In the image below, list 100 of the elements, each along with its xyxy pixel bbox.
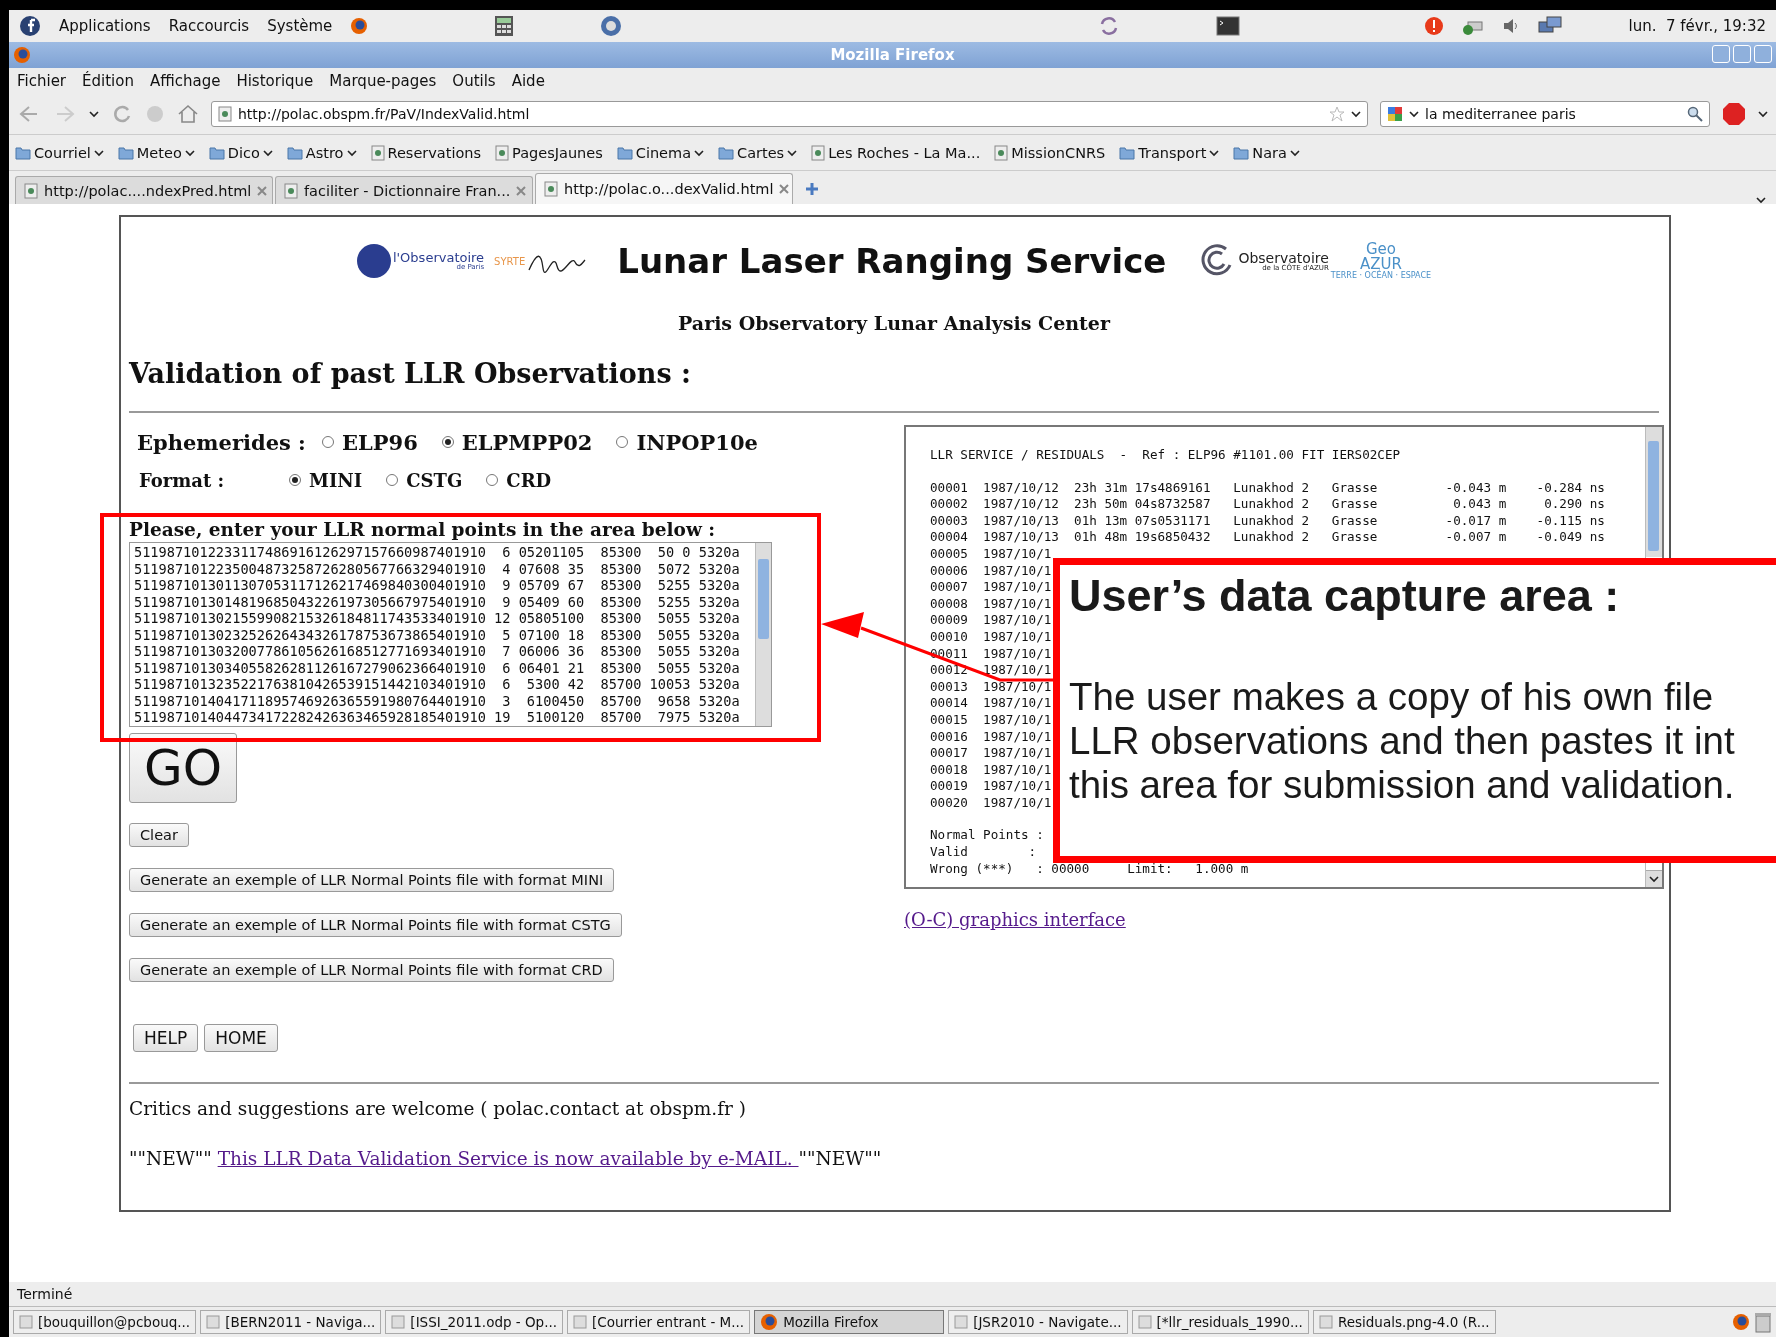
bookmark-item[interactable]: Dico <box>227 144 260 161</box>
scroll-down-button[interactable] <box>1646 870 1662 887</box>
panel-menu[interactable]: Applications <box>59 17 151 35</box>
clear-button[interactable]: Clear <box>129 823 189 847</box>
bookmark-item[interactable]: Transport <box>1138 144 1207 161</box>
folder-icon <box>117 145 134 160</box>
search-icon[interactable] <box>1687 106 1703 122</box>
bookmark-item[interactable]: Meteo <box>136 144 182 161</box>
mail-client-icon[interactable] <box>600 15 623 37</box>
trash-icon[interactable] <box>1754 1311 1772 1333</box>
menu-item[interactable]: Outils <box>452 72 496 90</box>
radio-label[interactable]: CRD <box>506 469 552 491</box>
page-heading: Validation of past LLR Observations : <box>129 358 693 389</box>
subtitle: Paris Observatory Lunar Analysis Center <box>677 312 1112 334</box>
graphics-link[interactable]: (O-C) graphics interface <box>904 909 1126 930</box>
clock[interactable]: lun. 7 févr., 19:32 <box>1628 17 1766 35</box>
bookmark-item[interactable]: Cartes <box>737 144 785 161</box>
bookmark-item[interactable]: PagesJaunes <box>512 144 603 161</box>
minimize-button[interactable] <box>1712 45 1730 63</box>
close-tab-icon[interactable] <box>516 185 527 196</box>
adblock-icon[interactable] <box>1722 102 1746 126</box>
summary-line: Wrong (***) : 00000 Limit: 1.000 m <box>930 860 1249 878</box>
page-icon <box>218 106 232 122</box>
bookmark-item[interactable]: Cinema <box>635 144 692 161</box>
generate-example-button[interactable]: Generate an exemple of LLR Normal Points file with format CRD <box>129 958 614 982</box>
scrollbar[interactable] <box>755 543 771 726</box>
maximize-button[interactable] <box>1733 45 1751 63</box>
browser-tab[interactable]: http://polac....ndexPred.html <box>15 176 273 204</box>
taskbar-item[interactable]: [JSR2010 - Navigate... <box>948 1310 1128 1334</box>
taskbar-item[interactable]: [ISSI_2011.odp - Op... <box>385 1310 564 1334</box>
radio-button[interactable] <box>616 436 629 448</box>
window-icon <box>391 1315 406 1329</box>
bookmark-item[interactable]: Astro <box>305 144 344 161</box>
callout-text: The user makes a copy of his own file <box>1069 675 1715 719</box>
alert-icon[interactable] <box>1424 16 1445 36</box>
radio-label[interactable]: MINI <box>309 469 363 491</box>
bookmark-item[interactable]: Nara <box>1252 144 1287 161</box>
new-tab-icon[interactable] <box>805 182 819 196</box>
menu-item[interactable]: Aide <box>511 72 545 90</box>
search-field[interactable]: la mediterranee paris <box>1380 101 1710 127</box>
menu-item[interactable]: Historique <box>236 72 314 90</box>
bookmark-item[interactable]: Courriel <box>34 144 91 161</box>
browser-tab[interactable]: faciliter - Dictionnaire Fran... <box>275 176 533 204</box>
bookmark-item[interactable]: Les Roches - La Ma... <box>828 144 981 161</box>
bookmark-item[interactable]: MissionCNRS <box>1011 144 1106 161</box>
points-textarea[interactable] <box>129 542 772 727</box>
nav-button[interactable]: HOME <box>204 1024 278 1052</box>
panel-menu[interactable]: Système <box>267 17 333 35</box>
fedora-logo-icon[interactable] <box>19 15 41 37</box>
star-icon[interactable] <box>1329 106 1345 122</box>
radio-button[interactable] <box>441 436 454 448</box>
go-button[interactable]: GO <box>129 733 237 803</box>
email-service-link[interactable]: This LLR Data Validation Service is now available by e-MAIL. <box>217 1148 799 1169</box>
generate-example-button[interactable]: Generate an exemple of LLR Normal Points file with format MINI <box>129 868 615 892</box>
reload-icon[interactable] <box>111 103 133 125</box>
generate-example-button[interactable]: Generate an exemple of LLR Normal Points file with format CSTG <box>129 913 622 937</box>
menu-item[interactable]: Marque-pages <box>329 72 437 90</box>
close-button[interactable] <box>1754 45 1772 63</box>
scrollbar[interactable] <box>1646 427 1662 557</box>
taskbar-item[interactable]: [Courrier entrant - M... <box>567 1310 751 1334</box>
observatory-disc-icon <box>356 244 391 278</box>
calculator-icon[interactable] <box>494 15 515 37</box>
close-tab-icon[interactable] <box>779 184 790 194</box>
page-icon <box>24 182 38 199</box>
monitors-icon[interactable] <box>1538 16 1563 36</box>
bookmark-item[interactable]: Reservations <box>387 144 482 161</box>
radio-label[interactable]: ELPMPP02 <box>461 429 593 455</box>
address-bar[interactable]: http://polac.obspm.fr/PaV/IndexValid.html <box>211 101 1368 127</box>
home-icon[interactable] <box>177 104 199 124</box>
panel-menu[interactable]: Raccourcis <box>168 17 250 35</box>
callout-title: User’s data capture area : <box>1069 569 1621 623</box>
email-notice: ""NEW"" This LLR Data Validation Service is now available by e-MAIL. ""NEW"" <box>129 1148 883 1169</box>
nav-button[interactable]: HELP <box>133 1024 199 1052</box>
taskbar-item[interactable]: Mozilla Firefox <box>754 1310 945 1334</box>
chevron-icon <box>1289 148 1300 157</box>
chevron-icon <box>346 148 357 157</box>
menu-item[interactable]: Affichage <box>149 72 221 90</box>
taskbar-item[interactable]: Residuals.png-4.0 (R... <box>1312 1310 1496 1334</box>
taskbar-item[interactable]: [bouquillon@pcbouq... <box>13 1310 197 1334</box>
residual-row: 00018 1987/10/1 <box>930 761 1052 779</box>
radio-button[interactable] <box>486 474 499 486</box>
folder-icon <box>1119 145 1136 160</box>
menu-item[interactable]: Fichier <box>17 72 67 90</box>
radio-label[interactable]: INPOP10e <box>636 429 758 455</box>
firefox-launcher-icon <box>1732 1313 1750 1331</box>
browser-tab[interactable]: http://polac.o...dexValid.html <box>535 173 793 204</box>
taskbar-item[interactable]: [*llr_residuals_1990... <box>1131 1310 1309 1334</box>
search-engine-icon[interactable] <box>1387 106 1403 122</box>
radio-label[interactable]: CSTG <box>406 469 463 491</box>
radio-button[interactable] <box>289 474 301 486</box>
radio-label[interactable]: ELP96 <box>342 429 418 455</box>
folder-icon <box>15 145 31 160</box>
taskbar-item[interactable]: [BERN2011 - Naviga... <box>200 1310 382 1334</box>
radio-button[interactable] <box>386 474 399 486</box>
close-tab-icon[interactable] <box>257 185 268 196</box>
menu-item[interactable]: Édition <box>82 72 134 90</box>
radio-button[interactable] <box>322 436 334 448</box>
residual-row: 00009 1987/10/1 <box>930 612 1052 629</box>
terminal-icon[interactable] <box>1216 16 1241 36</box>
window-title: Mozilla Firefox <box>830 46 955 64</box>
